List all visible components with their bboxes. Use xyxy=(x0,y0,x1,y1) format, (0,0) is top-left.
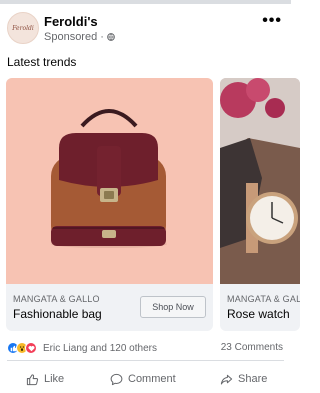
carousel-card-1[interactable]: MANGATA & GALLO Fashionable bag Shop Now xyxy=(6,78,213,331)
action-divider xyxy=(7,360,284,361)
top-divider xyxy=(0,0,291,4)
bag-product-image[interactable] xyxy=(6,78,213,284)
comment-icon xyxy=(110,373,123,385)
like-label: Like xyxy=(44,373,65,385)
comment-button[interactable]: Comment xyxy=(110,367,176,391)
card-title: Rose watch xyxy=(227,307,290,321)
card-brand: MANGATA & GALLO xyxy=(227,294,300,304)
post-meta: Sponsored · xyxy=(44,31,115,43)
share-icon xyxy=(220,374,233,384)
card-title: Fashionable bag xyxy=(13,307,102,321)
sponsored-label: Sponsored xyxy=(44,31,98,43)
reactions-summary[interactable]: Eric Liang and 120 others xyxy=(7,342,157,354)
watch-product-image[interactable] xyxy=(220,78,300,284)
love-reaction-icon xyxy=(25,342,37,354)
globe-icon xyxy=(107,33,115,41)
thumbs-up-icon xyxy=(26,373,39,385)
share-label: Share xyxy=(238,373,268,385)
like-button[interactable]: Like xyxy=(26,367,64,391)
share-button[interactable]: Share xyxy=(220,367,267,391)
page-avatar[interactable]: Feroldi xyxy=(7,12,39,44)
more-options-icon[interactable]: ••• xyxy=(262,13,282,29)
card-brand: MANGATA & GALLO xyxy=(13,294,100,304)
comments-count[interactable]: 23 Comments xyxy=(221,342,283,353)
shop-now-button[interactable]: Shop Now xyxy=(140,296,206,318)
avatar-logo: Feroldi xyxy=(12,24,34,32)
carousel-card-2[interactable]: MANGATA & GALLO Rose watch xyxy=(220,78,300,331)
post-caption: Latest trends xyxy=(7,55,77,69)
reactions-text: Eric Liang and 120 others xyxy=(43,342,157,354)
page-name[interactable]: Feroldi's xyxy=(44,14,98,29)
meta-separator: · xyxy=(100,31,104,43)
action-bar: Like Comment Share xyxy=(0,367,291,391)
comment-label: Comment xyxy=(128,373,176,385)
